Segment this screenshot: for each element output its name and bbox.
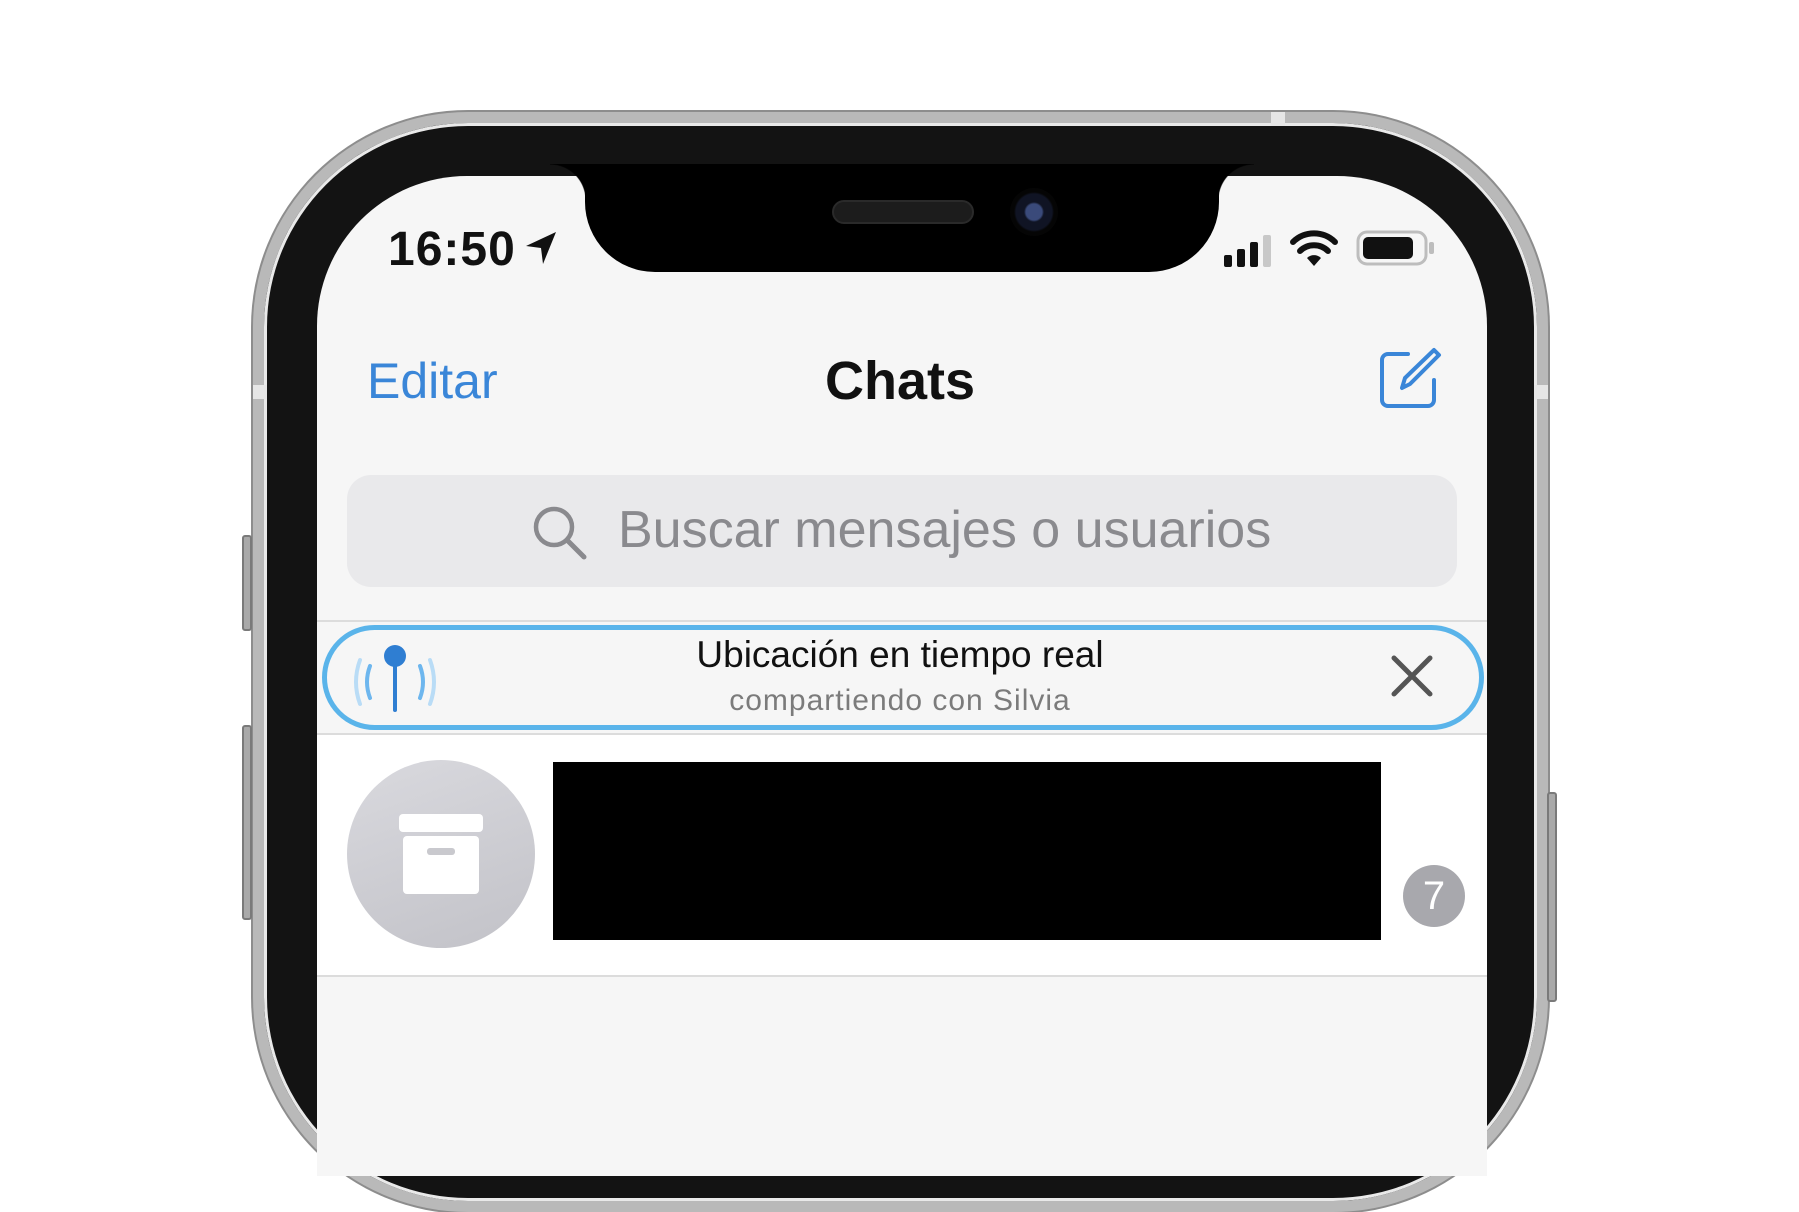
power-button: [1547, 792, 1557, 1002]
divider: [317, 620, 1487, 622]
edit-button[interactable]: Editar: [367, 352, 498, 410]
close-icon[interactable]: [1390, 654, 1434, 698]
redacted-preview: [553, 762, 1381, 940]
live-location-title: Ubicación en tiempo real: [696, 634, 1104, 675]
divider: [317, 975, 1487, 977]
antenna-band: [1534, 385, 1548, 399]
page-title: Chats: [824, 351, 976, 411]
search-icon: [533, 506, 587, 560]
antenna-band: [253, 385, 267, 399]
antenna-band: [1271, 112, 1285, 126]
live-location-pin-icon: [354, 645, 436, 712]
wifi-icon: [1290, 230, 1338, 266]
volume-up-button: [242, 725, 252, 920]
archive-box-icon: [399, 814, 483, 894]
search-placeholder: Buscar mensajes o usuarios: [618, 501, 1272, 559]
live-location-subtitle: compartiendo con Silvia: [729, 684, 1071, 717]
earpiece-speaker: [832, 200, 974, 224]
silent-switch: [242, 535, 252, 631]
compose-icon[interactable]: [1378, 346, 1442, 410]
front-camera: [1010, 188, 1058, 236]
cellular-signal-icon: [1224, 235, 1271, 267]
unread-badge: 7: [1403, 865, 1465, 927]
status-time: 16:50: [388, 223, 516, 276]
battery-icon: [1356, 230, 1434, 266]
location-arrow-icon: [526, 232, 556, 264]
